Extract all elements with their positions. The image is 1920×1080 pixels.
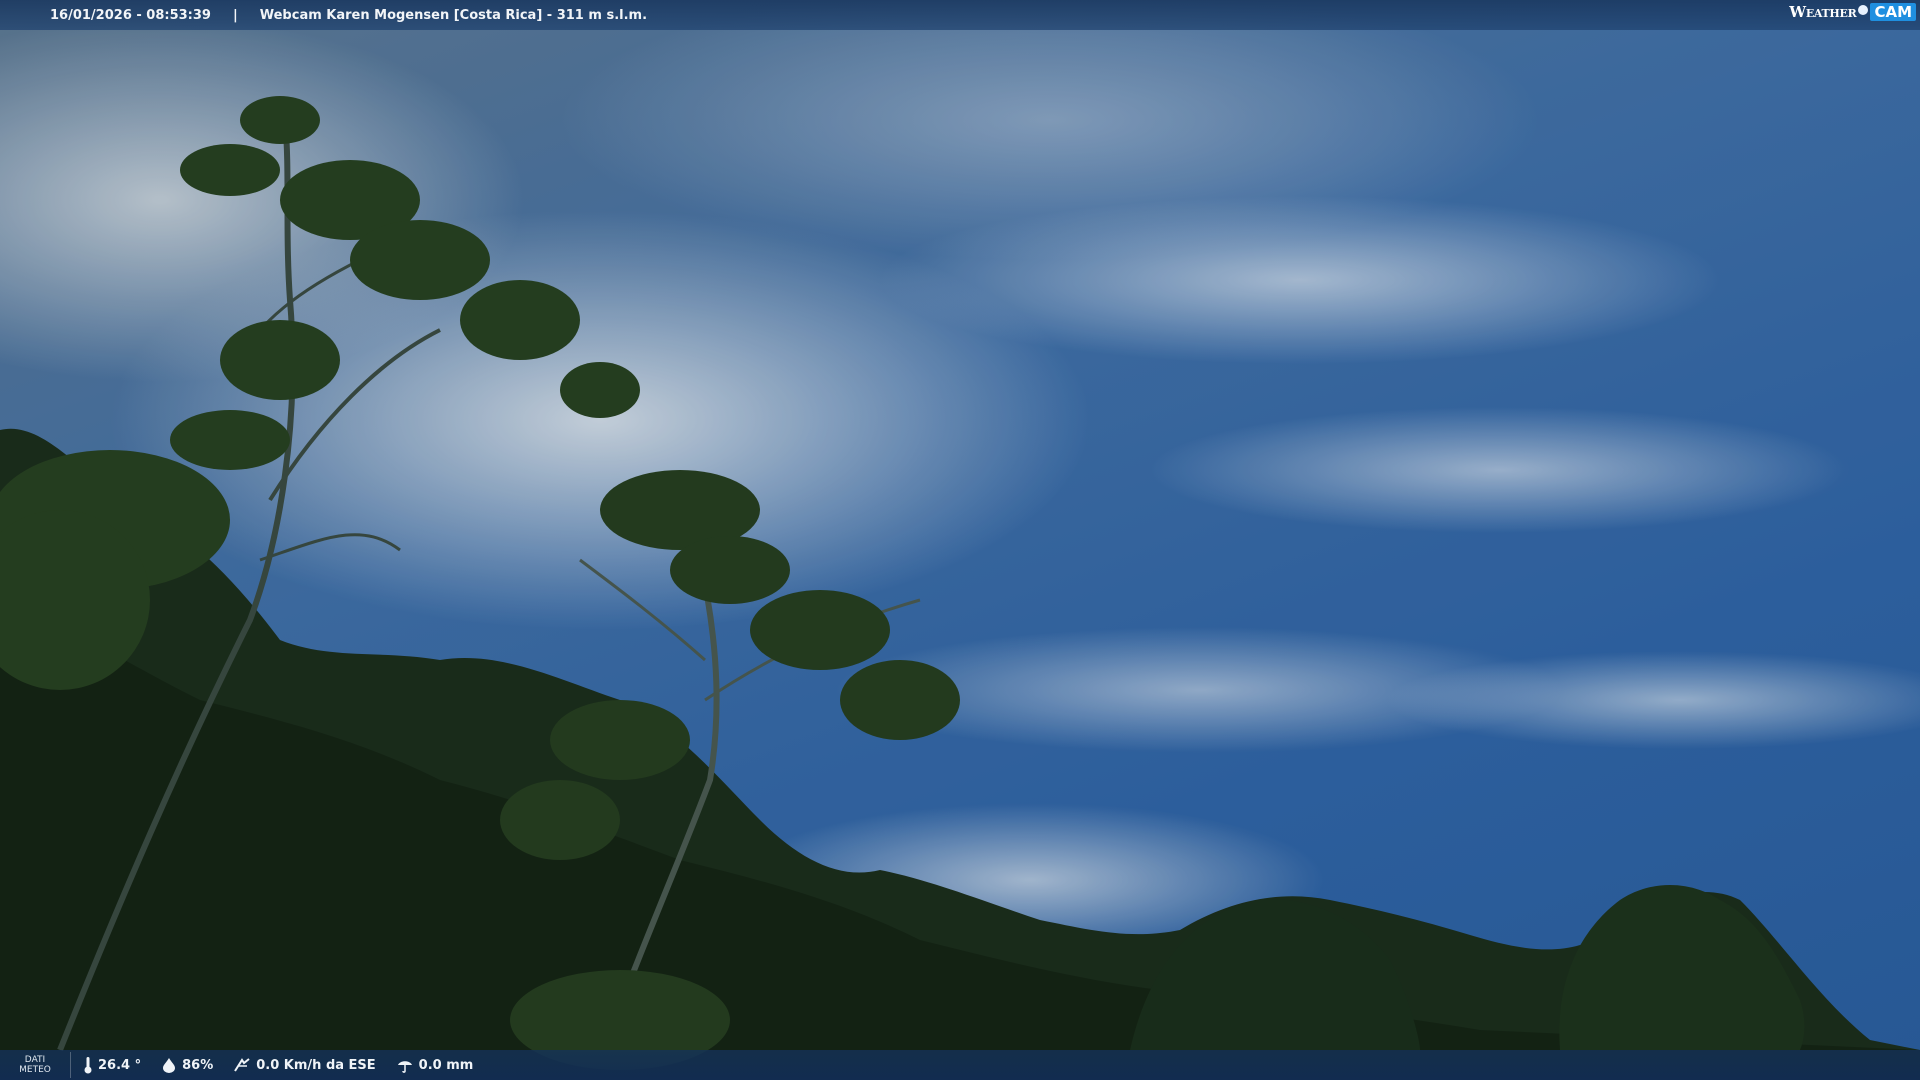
- vegetation-scene: [0, 0, 1920, 1080]
- dati-meteo-label: DATI METEO: [0, 1052, 71, 1078]
- humidity-value: 86%: [182, 1057, 214, 1073]
- vignette-overlay: [0, 0, 1920, 1080]
- logo-cam-text: CAM: [1870, 3, 1916, 21]
- weathercam-logo[interactable]: Weather CAM: [1789, 3, 1916, 21]
- wind-reading: 0.0 Km/h da ESE: [233, 1057, 376, 1073]
- rain-icon: [397, 1061, 412, 1073]
- wind-icon: [234, 1058, 250, 1072]
- wind-value: 0.0 Km/h da ESE: [256, 1057, 376, 1073]
- header-separator: |: [232, 7, 238, 23]
- dati-label-line2: METEO: [19, 1065, 51, 1075]
- top-info-bar: 16/01/2026 - 08:53:39 | Webcam Karen Mog…: [0, 0, 1920, 30]
- thermometer-icon: [84, 1057, 92, 1074]
- capture-datetime: 16/01/2026 - 08:53:39: [50, 7, 211, 23]
- humidity-drop-icon: [163, 1058, 176, 1073]
- rain-value: 0.0 mm: [418, 1057, 474, 1073]
- dati-label-line1: DATI: [24, 1055, 46, 1065]
- bottom-weather-bar: DATI METEO 26.4 ° 86% 0.0 Km/h da ESE 0.…: [0, 1050, 1920, 1080]
- humidity-reading: 86%: [161, 1057, 213, 1073]
- logo-weather-text: Weather: [1789, 3, 1857, 21]
- logo-dot-icon: [1858, 5, 1869, 15]
- rain-reading: 0.0 mm: [396, 1057, 474, 1073]
- temperature-reading: 26.4 °: [83, 1056, 141, 1074]
- temperature-value: 26.4 °: [98, 1057, 142, 1073]
- webcam-title: Webcam Karen Mogensen [Costa Rica] - 311…: [259, 7, 648, 23]
- webcam-frame: 16/01/2026 - 08:53:39 | Webcam Karen Mog…: [0, 0, 1920, 1080]
